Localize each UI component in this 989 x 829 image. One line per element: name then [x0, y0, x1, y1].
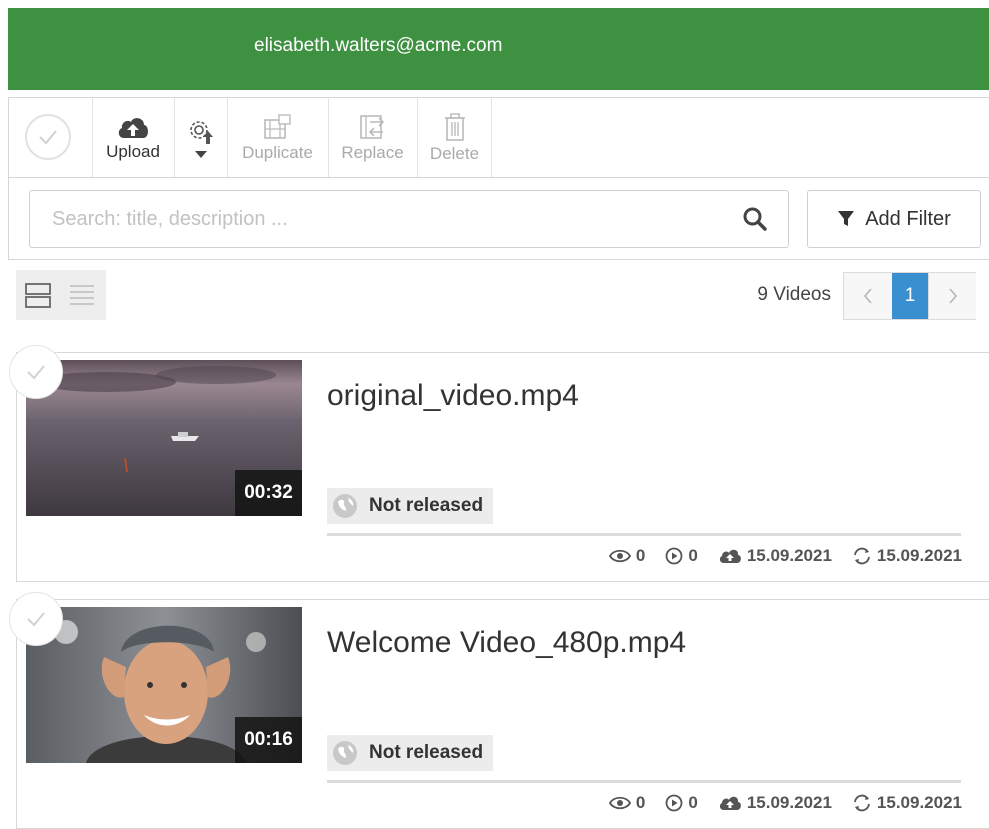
plays-count: 0: [688, 546, 698, 565]
toolbar: Upload Duplicate Replace Delete: [9, 98, 989, 178]
top-header-bar: elisabeth.walters@acme.com: [8, 8, 989, 90]
gear-upload-icon: [189, 120, 213, 144]
film-copy-icon: [263, 113, 291, 139]
video-thumbnail[interactable]: 00:32: [26, 360, 302, 516]
replace-label: Replace: [341, 142, 404, 162]
views-count: 0: [635, 793, 646, 812]
chevron-left-icon: [863, 288, 872, 304]
play-circle-icon: [665, 547, 683, 565]
video-duration: 00:16: [235, 717, 302, 763]
page-1-button[interactable]: 1: [892, 273, 928, 319]
settings-dropdown-button[interactable]: [174, 98, 226, 177]
refresh-icon: [854, 794, 870, 812]
release-status-text: Not released: [369, 495, 484, 516]
select-all-toggle[interactable]: [25, 114, 71, 160]
updated-date: 15.09.2021: [876, 793, 962, 812]
list-view-icon[interactable]: [68, 281, 96, 309]
add-filter-button[interactable]: Add Filter: [807, 190, 981, 248]
upload-label: Upload: [106, 141, 160, 161]
divider: [327, 780, 961, 783]
delete-button[interactable]: Delete: [417, 98, 492, 177]
video-title[interactable]: Welcome Video_480p.mp4: [327, 626, 686, 660]
plays-stat: 0: [665, 793, 698, 813]
video-duration: 00:32: [235, 470, 302, 516]
video-card[interactable]: 00:32 original_video.mp4 Not released 0 …: [9, 345, 989, 582]
caret-down-icon: [194, 150, 207, 158]
actions-panel: Upload Duplicate Replace Delete Search: …: [8, 97, 989, 260]
play-circle-icon: [665, 794, 683, 812]
plays-stat: 0: [665, 546, 698, 566]
upload-date: 15.09.2021: [746, 546, 832, 565]
search-input[interactable]: [30, 191, 720, 247]
release-status-badge: Not released: [327, 488, 494, 524]
updated-date-stat: 15.09.2021: [852, 793, 962, 813]
card-view-icon[interactable]: [24, 281, 52, 309]
divider: [327, 533, 961, 536]
film-replace-icon: [359, 114, 384, 139]
eye-icon: [608, 549, 631, 563]
globe-icon: [333, 494, 357, 518]
search-row: Add Filter: [9, 178, 989, 260]
video-stats: 0 0 15.09.2021 15.09.2021: [595, 793, 962, 813]
updated-date: 15.09.2021: [876, 546, 962, 565]
checkmark-icon: [39, 130, 57, 145]
release-status-text: Not released: [369, 742, 484, 763]
checkmark-icon: [27, 612, 45, 627]
video-select-checkbox[interactable]: [9, 345, 63, 399]
search-icon[interactable]: [742, 206, 768, 232]
pagination: 1: [843, 272, 976, 320]
views-stat: 0: [608, 546, 646, 566]
duplicate-button[interactable]: Duplicate: [227, 98, 327, 177]
release-status-badge: Not released: [327, 735, 494, 771]
duplicate-label: Duplicate: [242, 142, 313, 162]
views-stat: 0: [608, 793, 646, 813]
replace-button[interactable]: Replace: [328, 98, 416, 177]
delete-label: Delete: [429, 143, 480, 163]
upload-date-stat: 15.09.2021: [718, 793, 832, 813]
video-card[interactable]: 00:16 Welcome Video_480p.mp4 Not release…: [9, 592, 989, 829]
refresh-icon: [854, 547, 870, 565]
cloud-upload-icon: [719, 796, 741, 810]
video-count: 9 Videos: [757, 284, 831, 305]
cloud-upload-icon: [719, 549, 741, 563]
search-box: [29, 190, 789, 248]
updated-date-stat: 15.09.2021: [852, 546, 962, 566]
user-email[interactable]: elisabeth.walters@acme.com: [254, 35, 502, 57]
add-filter-label: Add Filter: [865, 207, 951, 230]
previous-page-button[interactable]: [844, 273, 892, 319]
chevron-right-icon: [948, 288, 957, 304]
views-count: 0: [635, 546, 646, 565]
globe-icon: [333, 741, 357, 765]
eye-icon: [608, 796, 631, 810]
view-toggle: [16, 270, 106, 320]
video-stats: 0 0 15.09.2021 15.09.2021: [595, 546, 962, 566]
video-select-checkbox[interactable]: [9, 592, 63, 646]
video-thumbnail[interactable]: 00:16: [26, 607, 302, 763]
checkmark-icon: [27, 365, 45, 380]
cloud-upload-icon: [118, 117, 148, 138]
plays-count: 0: [688, 793, 698, 812]
upload-date-stat: 15.09.2021: [718, 546, 832, 566]
trash-icon: [444, 112, 465, 141]
upload-button[interactable]: Upload: [92, 98, 173, 177]
next-page-button[interactable]: [928, 273, 976, 319]
filter-icon: [838, 211, 855, 226]
upload-date: 15.09.2021: [746, 793, 832, 812]
video-title[interactable]: original_video.mp4: [327, 379, 579, 413]
